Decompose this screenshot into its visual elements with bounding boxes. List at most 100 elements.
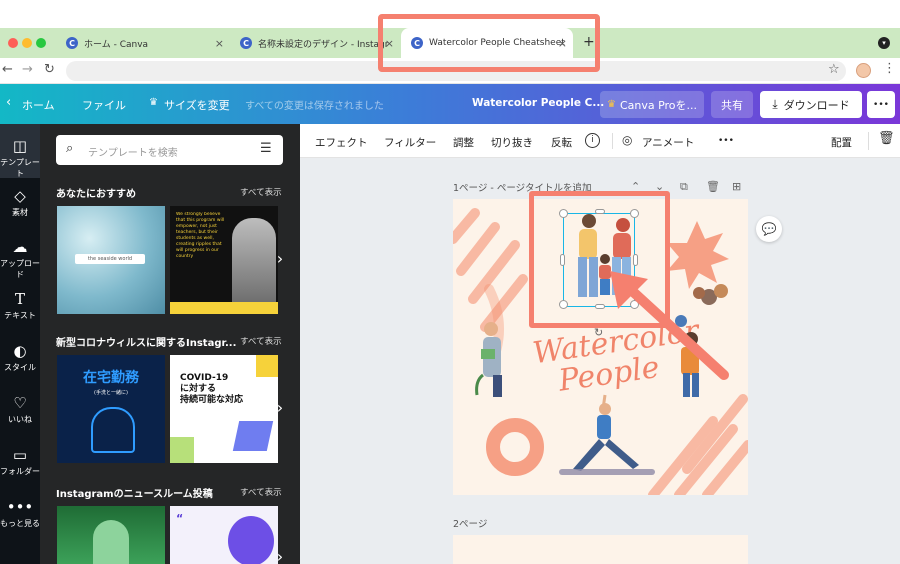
rail-item-label: もっと見る bbox=[0, 519, 40, 528]
chevron-right-icon[interactable]: › bbox=[271, 548, 289, 564]
info-icon[interactable]: i bbox=[585, 133, 600, 148]
thumbnail-title: 在宅勤務 bbox=[83, 370, 139, 386]
portrait-photo bbox=[232, 218, 276, 302]
rail-item-elements[interactable]: ◇ 素材 bbox=[0, 188, 40, 218]
browser-tab-instagram-design[interactable]: C 名称未設定のデザイン - Instagram × bbox=[230, 28, 400, 58]
tab-close-icon[interactable]: × bbox=[215, 37, 224, 50]
browser-tab-home[interactable]: C ホーム - Canva × bbox=[56, 28, 230, 58]
upload-icon: ☁ bbox=[12, 238, 28, 256]
filter-button[interactable]: フィルター bbox=[384, 135, 436, 150]
rail-item-label: テキスト bbox=[4, 311, 36, 320]
rail-item-label: テンプレート bbox=[0, 158, 40, 178]
more-tools-button[interactable]: ••• bbox=[718, 136, 734, 146]
rail-item-templates[interactable]: ◫ テンプレート bbox=[0, 138, 40, 179]
template-thumbnail[interactable] bbox=[57, 506, 165, 564]
rail-item-label: スタイル bbox=[4, 363, 36, 372]
resize-button[interactable]: サイズを変更 bbox=[164, 97, 230, 113]
animate-icon: ◎ bbox=[622, 133, 633, 147]
tab-title: 名称未設定のデザイン - Instagram bbox=[258, 39, 388, 50]
adjust-button[interactable]: 調整 bbox=[453, 135, 474, 150]
rail-item-label: いいね bbox=[8, 415, 32, 424]
back-arrow-icon[interactable]: ← bbox=[2, 62, 13, 77]
tab-highlight-annotation bbox=[378, 14, 600, 72]
browser-menu-icon[interactable]: ⋮ bbox=[883, 61, 896, 76]
section-heading: 新型コロナウィルスに関するInstagr... bbox=[56, 338, 237, 349]
thumbnail-caption: the seaside world bbox=[75, 254, 145, 264]
reload-icon[interactable]: ↻ bbox=[44, 62, 55, 77]
template-thumbnail[interactable]: COVID-19 に対する 持続可能な対応 bbox=[170, 355, 278, 463]
elements-icon: ◇ bbox=[14, 187, 26, 205]
template-thumbnail[interactable]: 在宅勤務 (手洗と一緒に) bbox=[57, 355, 165, 463]
filter-sliders-icon[interactable]: ☰ bbox=[260, 141, 272, 156]
template-search-input[interactable]: ⌕ テンプレートを検索 ☰ bbox=[56, 135, 283, 165]
rail-item-text[interactable]: T テキスト bbox=[0, 291, 40, 321]
share-button[interactable]: 共有 bbox=[711, 91, 753, 118]
rail-item-label: フォルダー bbox=[0, 467, 40, 476]
chevron-right-icon[interactable]: › bbox=[271, 399, 289, 417]
position-button[interactable]: 配置 bbox=[831, 135, 852, 150]
maximize-window-button[interactable] bbox=[36, 38, 46, 48]
rail-item-folders[interactable]: ▭ フォルダー bbox=[0, 447, 40, 477]
flip-button[interactable]: 反転 bbox=[551, 135, 572, 150]
download-button[interactable]: ⤓ ダウンロード bbox=[760, 91, 862, 118]
templates-panel: ⌕ テンプレートを検索 ☰ あなたにおすすめ すべて表示 the seaside… bbox=[40, 124, 300, 564]
rail-item-styles[interactable]: ◐ スタイル bbox=[0, 343, 40, 373]
canva-pro-label: Canva Proを... bbox=[619, 98, 698, 112]
trash-icon[interactable]: 🗑 bbox=[878, 131, 895, 146]
forward-arrow-icon[interactable]: → bbox=[22, 62, 33, 77]
delete-page-icon[interactable]: 🗑 bbox=[706, 180, 720, 193]
animate-button[interactable]: アニメート bbox=[642, 135, 694, 150]
see-all-link[interactable]: すべて表示 bbox=[240, 486, 282, 498]
bookmark-star-icon[interactable]: ☆ bbox=[828, 62, 840, 77]
canva-favicon-icon: C bbox=[240, 37, 252, 49]
heart-icon: ♡ bbox=[13, 394, 27, 412]
add-page-icon[interactable]: ⊞ bbox=[732, 180, 741, 193]
crop-button[interactable]: 切り抜き bbox=[491, 135, 533, 150]
portrait-photo bbox=[228, 516, 274, 564]
thumbnail-subtitle: (手洗と一緒に) bbox=[94, 390, 128, 396]
crown-icon: ♛ bbox=[606, 99, 616, 110]
text-icon: T bbox=[14, 290, 25, 308]
thumbnail-quote: We strongly believe that this program wi… bbox=[176, 212, 225, 259]
search-icon: ⌕ bbox=[66, 141, 74, 156]
template-thumbnail[interactable]: We strongly believe that this program wi… bbox=[170, 206, 278, 314]
template-thumbnail[interactable]: the seaside world bbox=[57, 206, 165, 314]
see-all-link[interactable]: すべて表示 bbox=[240, 186, 282, 198]
chevron-right-icon[interactable]: › bbox=[271, 250, 289, 268]
profile-avatar[interactable] bbox=[856, 63, 871, 78]
more-options-button[interactable]: ••• bbox=[867, 91, 895, 118]
rail-item-label: 素材 bbox=[12, 208, 28, 217]
page-2-title[interactable]: 2ページ bbox=[453, 516, 487, 530]
see-all-link[interactable]: すべて表示 bbox=[240, 335, 282, 347]
rail-item-uploads[interactable]: ☁ アップロード bbox=[0, 239, 40, 280]
editor-toolbar: エフェクト フィルター 調整 切り抜き 反転 i ◎ アニメート ••• 配置 … bbox=[300, 124, 900, 158]
design-page-2[interactable] bbox=[453, 535, 748, 564]
toolbar-divider bbox=[612, 133, 613, 149]
decor-shape bbox=[232, 421, 274, 451]
decor-shape bbox=[170, 437, 194, 463]
design-title[interactable]: Watercolor People C... bbox=[472, 97, 604, 109]
tab-search-icon[interactable]: ▾ bbox=[878, 37, 890, 49]
file-menu-button[interactable]: ファイル bbox=[82, 97, 126, 113]
effects-button[interactable]: エフェクト bbox=[315, 135, 368, 150]
home-button[interactable]: ホーム bbox=[22, 97, 55, 113]
person-illustration bbox=[91, 407, 135, 453]
close-window-button[interactable] bbox=[8, 38, 18, 48]
tab-title: ホーム - Canva bbox=[84, 39, 149, 50]
comment-icon[interactable]: 💬 bbox=[756, 216, 782, 242]
download-icon: ⤓ bbox=[772, 97, 778, 111]
duplicate-page-icon[interactable]: ⧉ bbox=[680, 180, 688, 194]
canva-favicon-icon: C bbox=[66, 37, 78, 49]
chevron-left-icon[interactable]: ‹ bbox=[6, 95, 11, 110]
rail-item-likes[interactable]: ♡ いいね bbox=[0, 395, 40, 425]
section-heading: あなたにおすすめ bbox=[56, 189, 136, 200]
rail-item-more[interactable]: ••• もっと見る bbox=[0, 499, 40, 529]
thumbnail-footer-bar bbox=[170, 302, 278, 314]
template-thumbnail[interactable]: “ bbox=[170, 506, 278, 564]
save-status: すべての変更は保存されました bbox=[245, 101, 384, 112]
canva-pro-button[interactable]: ♛ Canva Proを... bbox=[600, 91, 704, 118]
minimize-window-button[interactable] bbox=[22, 38, 32, 48]
section-heading: Instagramのニュースルーム投稿 bbox=[56, 489, 213, 500]
canva-header: ‹ ホーム ファイル ♛ サイズを変更 すべての変更は保存されました Water… bbox=[0, 84, 900, 124]
search-placeholder: テンプレートを検索 bbox=[88, 148, 178, 159]
